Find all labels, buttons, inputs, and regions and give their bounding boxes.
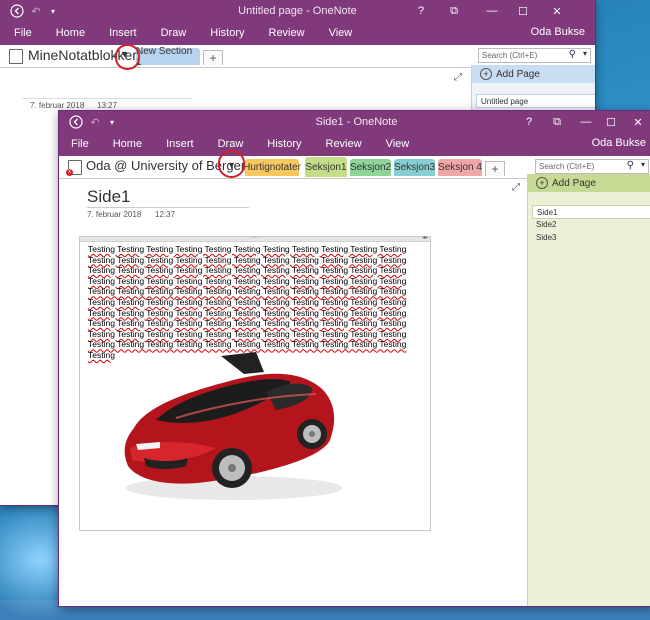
- help-icon[interactable]: ?: [413, 0, 429, 22]
- page-item-side3[interactable]: Side3: [532, 231, 650, 243]
- tab-seksjon1[interactable]: Seksjon1: [305, 157, 347, 177]
- expand-icon[interactable]: ⤢: [512, 182, 520, 193]
- ribbon-tab-history[interactable]: History: [210, 27, 244, 39]
- note-text-content: Testing Testing Testing Testing Testing …: [88, 244, 407, 360]
- help-icon[interactable]: ?: [521, 111, 537, 133]
- search-dropdown-icon[interactable]: ▾: [641, 160, 645, 169]
- ribbon-tab-history[interactable]: History: [267, 138, 301, 150]
- page-item-untitled[interactable]: Untitled page: [476, 94, 595, 108]
- tab-seksjon3[interactable]: Seksjon3: [394, 159, 435, 176]
- add-page-button[interactable]: + Add Page: [472, 65, 595, 83]
- sync-error-icon: x: [66, 169, 73, 176]
- ribbon-tab-draw[interactable]: Draw: [161, 27, 187, 39]
- annotation-circle: [115, 44, 140, 70]
- container-handle-dots: ····: [250, 234, 260, 241]
- page-item-side1[interactable]: Side1: [532, 205, 650, 219]
- page-item-side2[interactable]: Side2: [532, 218, 650, 230]
- tab-seksjon2[interactable]: Seksjon2: [350, 159, 391, 176]
- note-date: 7. februar 2018: [30, 101, 85, 110]
- close-button[interactable]: ✕: [546, 0, 568, 22]
- tab-hurtignotater[interactable]: Hurtignotater: [243, 159, 301, 176]
- search-icon[interactable]: ⚲: [569, 49, 576, 60]
- ribbon-tab-insert[interactable]: Insert: [109, 27, 137, 39]
- ribbon-tab-review[interactable]: Review: [269, 27, 305, 39]
- ribbon-tab-view[interactable]: View: [386, 138, 410, 150]
- user-name[interactable]: Oda Bukse: [592, 137, 646, 149]
- title-underline: [87, 207, 249, 208]
- full-screen-icon[interactable]: ⧉: [549, 111, 565, 133]
- ribbon-tab-file[interactable]: File: [71, 138, 89, 150]
- ribbon-tab-home[interactable]: Home: [113, 138, 142, 150]
- search-dropdown-icon[interactable]: ▾: [583, 49, 587, 58]
- full-screen-icon[interactable]: ⧉: [446, 0, 462, 22]
- page-list-pane: + Add Page Side1 Side2 Side3: [527, 174, 650, 606]
- container-arrows-icon[interactable]: ◂▸: [422, 234, 428, 241]
- tab-seksjon-4[interactable]: Seksjon 4: [438, 159, 482, 176]
- note-text[interactable]: Testing Testing Testing Testing Testing …: [88, 244, 424, 361]
- page-title[interactable]: Side1: [87, 187, 130, 207]
- add-section-button[interactable]: +: [203, 50, 223, 65]
- user-name[interactable]: Oda Bukse: [531, 26, 585, 38]
- notebook-icon: [9, 49, 23, 64]
- title-bar: ↶ ▾ Side1 - OneNote ? ⧉ — ☐ ✕ File Home …: [59, 111, 650, 156]
- ribbon-tab-file[interactable]: File: [14, 27, 32, 39]
- add-page-button[interactable]: + Add Page: [528, 174, 650, 192]
- add-page-icon: +: [480, 68, 492, 80]
- search-icon[interactable]: ⚲: [627, 160, 634, 171]
- note-time: 13:27: [97, 101, 118, 110]
- close-button[interactable]: ✕: [627, 111, 649, 133]
- maximize-button[interactable]: ☐: [512, 0, 534, 22]
- tab-new-section-1[interactable]: New Section 1: [136, 46, 200, 68]
- red-car-image[interactable]: [116, 348, 346, 508]
- title-bar: ↶ ▾ Untitled page - OneNote ? ⧉ — ☐ ✕ Fi…: [0, 0, 595, 45]
- onenote-window-front: ↶ ▾ Side1 - OneNote ? ⧉ — ☐ ✕ File Home …: [59, 111, 650, 606]
- note-divider: [22, 98, 192, 99]
- ribbon-tab-insert[interactable]: Insert: [166, 138, 194, 150]
- search-input[interactable]: Search (Ctrl+E) ⚲ ▾: [535, 159, 649, 174]
- window-title: Untitled page - OneNote: [238, 5, 357, 17]
- search-input[interactable]: Search (Ctrl+E) ⚲ ▾: [478, 48, 591, 63]
- ribbon-tab-home[interactable]: Home: [56, 27, 85, 39]
- maximize-button[interactable]: ☐: [600, 111, 622, 133]
- minimize-button[interactable]: —: [481, 0, 503, 22]
- add-page-icon: +: [536, 177, 548, 189]
- ribbon-tab-view[interactable]: View: [329, 27, 353, 39]
- add-section-button[interactable]: +: [485, 161, 505, 176]
- minimize-button[interactable]: —: [575, 111, 597, 133]
- annotation-circle: [218, 150, 245, 178]
- note-time: 12:37: [155, 210, 176, 219]
- note-container[interactable]: ···· ◂▸ Testing Testing Testing Testing …: [79, 234, 431, 531]
- ribbon-tab-review[interactable]: Review: [326, 138, 362, 150]
- expand-icon[interactable]: ⤢: [454, 72, 462, 83]
- ribbon-tab-draw[interactable]: Draw: [218, 138, 244, 150]
- note-date: 7. februar 2018: [87, 210, 142, 219]
